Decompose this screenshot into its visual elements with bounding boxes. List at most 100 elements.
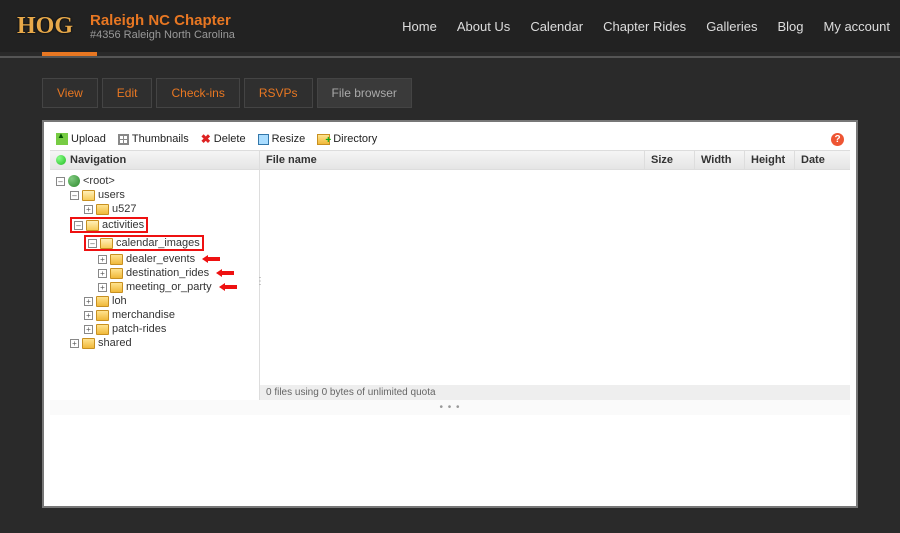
page-tabs: View Edit Check-ins RSVPs File browser xyxy=(42,78,858,108)
thumbnails-button[interactable]: Thumbnails xyxy=(118,133,189,145)
expand-icon[interactable]: + xyxy=(98,269,107,278)
collapse-icon[interactable]: – xyxy=(88,239,97,248)
thumbnails-label: Thumbnails xyxy=(132,133,189,145)
tab-view[interactable]: View xyxy=(42,78,98,108)
tree-calendar-images[interactable]: – calendar_images xyxy=(56,234,253,252)
folder-icon xyxy=(82,190,95,201)
logo-text: HOG xyxy=(17,13,73,40)
upload-icon xyxy=(56,133,68,145)
tab-edit[interactable]: Edit xyxy=(102,78,153,108)
tree-merchandise[interactable]: + merchandise xyxy=(56,308,253,322)
tree-label: shared xyxy=(98,337,132,349)
upload-button[interactable]: Upload xyxy=(56,133,106,145)
folder-icon xyxy=(110,254,123,265)
lower-panel xyxy=(50,415,850,500)
annotation-arrow-icon xyxy=(219,283,237,291)
expand-icon[interactable]: + xyxy=(84,325,93,334)
logo-image: HOG xyxy=(10,7,80,45)
nav-account[interactable]: My account xyxy=(824,19,890,34)
nav-rides[interactable]: Chapter Rides xyxy=(603,19,686,34)
col-date[interactable]: Date xyxy=(795,151,850,169)
tree-label: dealer_events xyxy=(126,253,195,265)
resize-icon xyxy=(258,134,269,145)
tree-label: patch-rides xyxy=(112,323,166,335)
tree-destination-rides[interactable]: + destination_rides xyxy=(56,266,253,280)
fb-toolbar: Upload Thumbnails ✖Delete Resize Directo… xyxy=(50,128,850,150)
col-size[interactable]: Size xyxy=(645,151,695,169)
nav-dot-icon xyxy=(56,155,66,165)
thumbnails-icon xyxy=(118,134,129,145)
nav-galleries[interactable]: Galleries xyxy=(706,19,757,34)
nav-about[interactable]: About Us xyxy=(457,19,510,34)
expand-icon[interactable]: + xyxy=(98,255,107,264)
nav-home[interactable]: Home xyxy=(402,19,437,34)
horizontal-splitter[interactable]: • • • xyxy=(50,400,850,415)
tree-loh[interactable]: + loh xyxy=(56,294,253,308)
tree-label: destination_rides xyxy=(126,267,209,279)
expand-icon[interactable]: + xyxy=(84,297,93,306)
chapter-subtitle: #4356 Raleigh North Carolina xyxy=(90,29,235,41)
resize-button[interactable]: Resize xyxy=(258,133,306,145)
annotation-arrow-icon xyxy=(216,269,234,277)
delete-label: Delete xyxy=(214,133,246,145)
vertical-splitter[interactable]: ⋮ xyxy=(255,276,264,287)
tab-rsvps[interactable]: RSVPs xyxy=(244,78,313,108)
tree-label: calendar_images xyxy=(116,237,200,249)
file-list: File name Size Width Height Date 0 files… xyxy=(260,151,850,400)
nav-panel-header: Navigation xyxy=(50,151,259,170)
tree-label: <root> xyxy=(83,175,115,187)
list-body xyxy=(260,170,850,385)
help-icon[interactable]: ? xyxy=(831,133,844,146)
folder-tree: –<root> –users +u527 –activities –calend… xyxy=(50,170,259,400)
expand-icon[interactable]: + xyxy=(70,339,79,348)
tree-label: users xyxy=(98,189,125,201)
folder-icon xyxy=(110,282,123,293)
annotation-arrow-icon xyxy=(202,255,220,263)
directory-icon xyxy=(317,134,330,145)
folder-icon xyxy=(82,338,95,349)
expand-icon[interactable]: + xyxy=(84,205,93,214)
list-header: File name Size Width Height Date xyxy=(260,151,850,170)
site-header: HOG Raleigh NC Chapter #4356 Raleigh Nor… xyxy=(0,0,900,52)
tree-label: meeting_or_party xyxy=(126,281,212,293)
folder-icon xyxy=(96,204,109,215)
tree-label: u527 xyxy=(112,203,136,215)
chapter-name: Raleigh NC Chapter xyxy=(90,12,235,29)
directory-label: Directory xyxy=(333,133,377,145)
upload-label: Upload xyxy=(71,133,106,145)
tree-label: loh xyxy=(112,295,127,307)
chapter-block: Raleigh NC Chapter #4356 Raleigh North C… xyxy=(90,12,235,41)
folder-icon xyxy=(86,220,99,231)
nav-blog[interactable]: Blog xyxy=(777,19,803,34)
tree-root[interactable]: – <root> xyxy=(56,174,253,188)
directory-button[interactable]: Directory xyxy=(317,133,377,145)
nav-panel: Navigation –<root> –users +u527 –activit… xyxy=(50,151,260,400)
tree-label: merchandise xyxy=(112,309,175,321)
tree-label: activities xyxy=(102,219,144,231)
folder-icon xyxy=(100,238,113,249)
tab-checkins[interactable]: Check-ins xyxy=(156,78,239,108)
tree-shared[interactable]: + shared xyxy=(56,336,253,350)
expand-icon[interactable]: + xyxy=(98,283,107,292)
tree-patch-rides[interactable]: + patch-rides xyxy=(56,322,253,336)
col-filename[interactable]: File name xyxy=(260,151,645,169)
tree-meeting-party[interactable]: + meeting_or_party xyxy=(56,280,253,294)
logo: HOG xyxy=(10,7,80,45)
tree-activities[interactable]: – activities xyxy=(56,216,253,234)
status-bar: 0 files using 0 bytes of unlimited quota xyxy=(260,385,850,400)
folder-icon xyxy=(96,296,109,307)
nav-calendar[interactable]: Calendar xyxy=(530,19,583,34)
expand-icon[interactable]: + xyxy=(84,311,93,320)
tab-filebrowser[interactable]: File browser xyxy=(317,78,412,108)
collapse-icon[interactable]: – xyxy=(74,221,83,230)
delete-icon: ✖ xyxy=(201,132,211,146)
tree-dealer-events[interactable]: + dealer_events xyxy=(56,252,253,266)
col-height[interactable]: Height xyxy=(745,151,795,169)
delete-button[interactable]: ✖Delete xyxy=(201,132,246,146)
tree-u527[interactable]: + u527 xyxy=(56,202,253,216)
collapse-icon[interactable]: – xyxy=(70,191,79,200)
collapse-icon[interactable]: – xyxy=(56,177,65,186)
col-width[interactable]: Width xyxy=(695,151,745,169)
resize-label: Resize xyxy=(272,133,306,145)
tree-users[interactable]: – users xyxy=(56,188,253,202)
